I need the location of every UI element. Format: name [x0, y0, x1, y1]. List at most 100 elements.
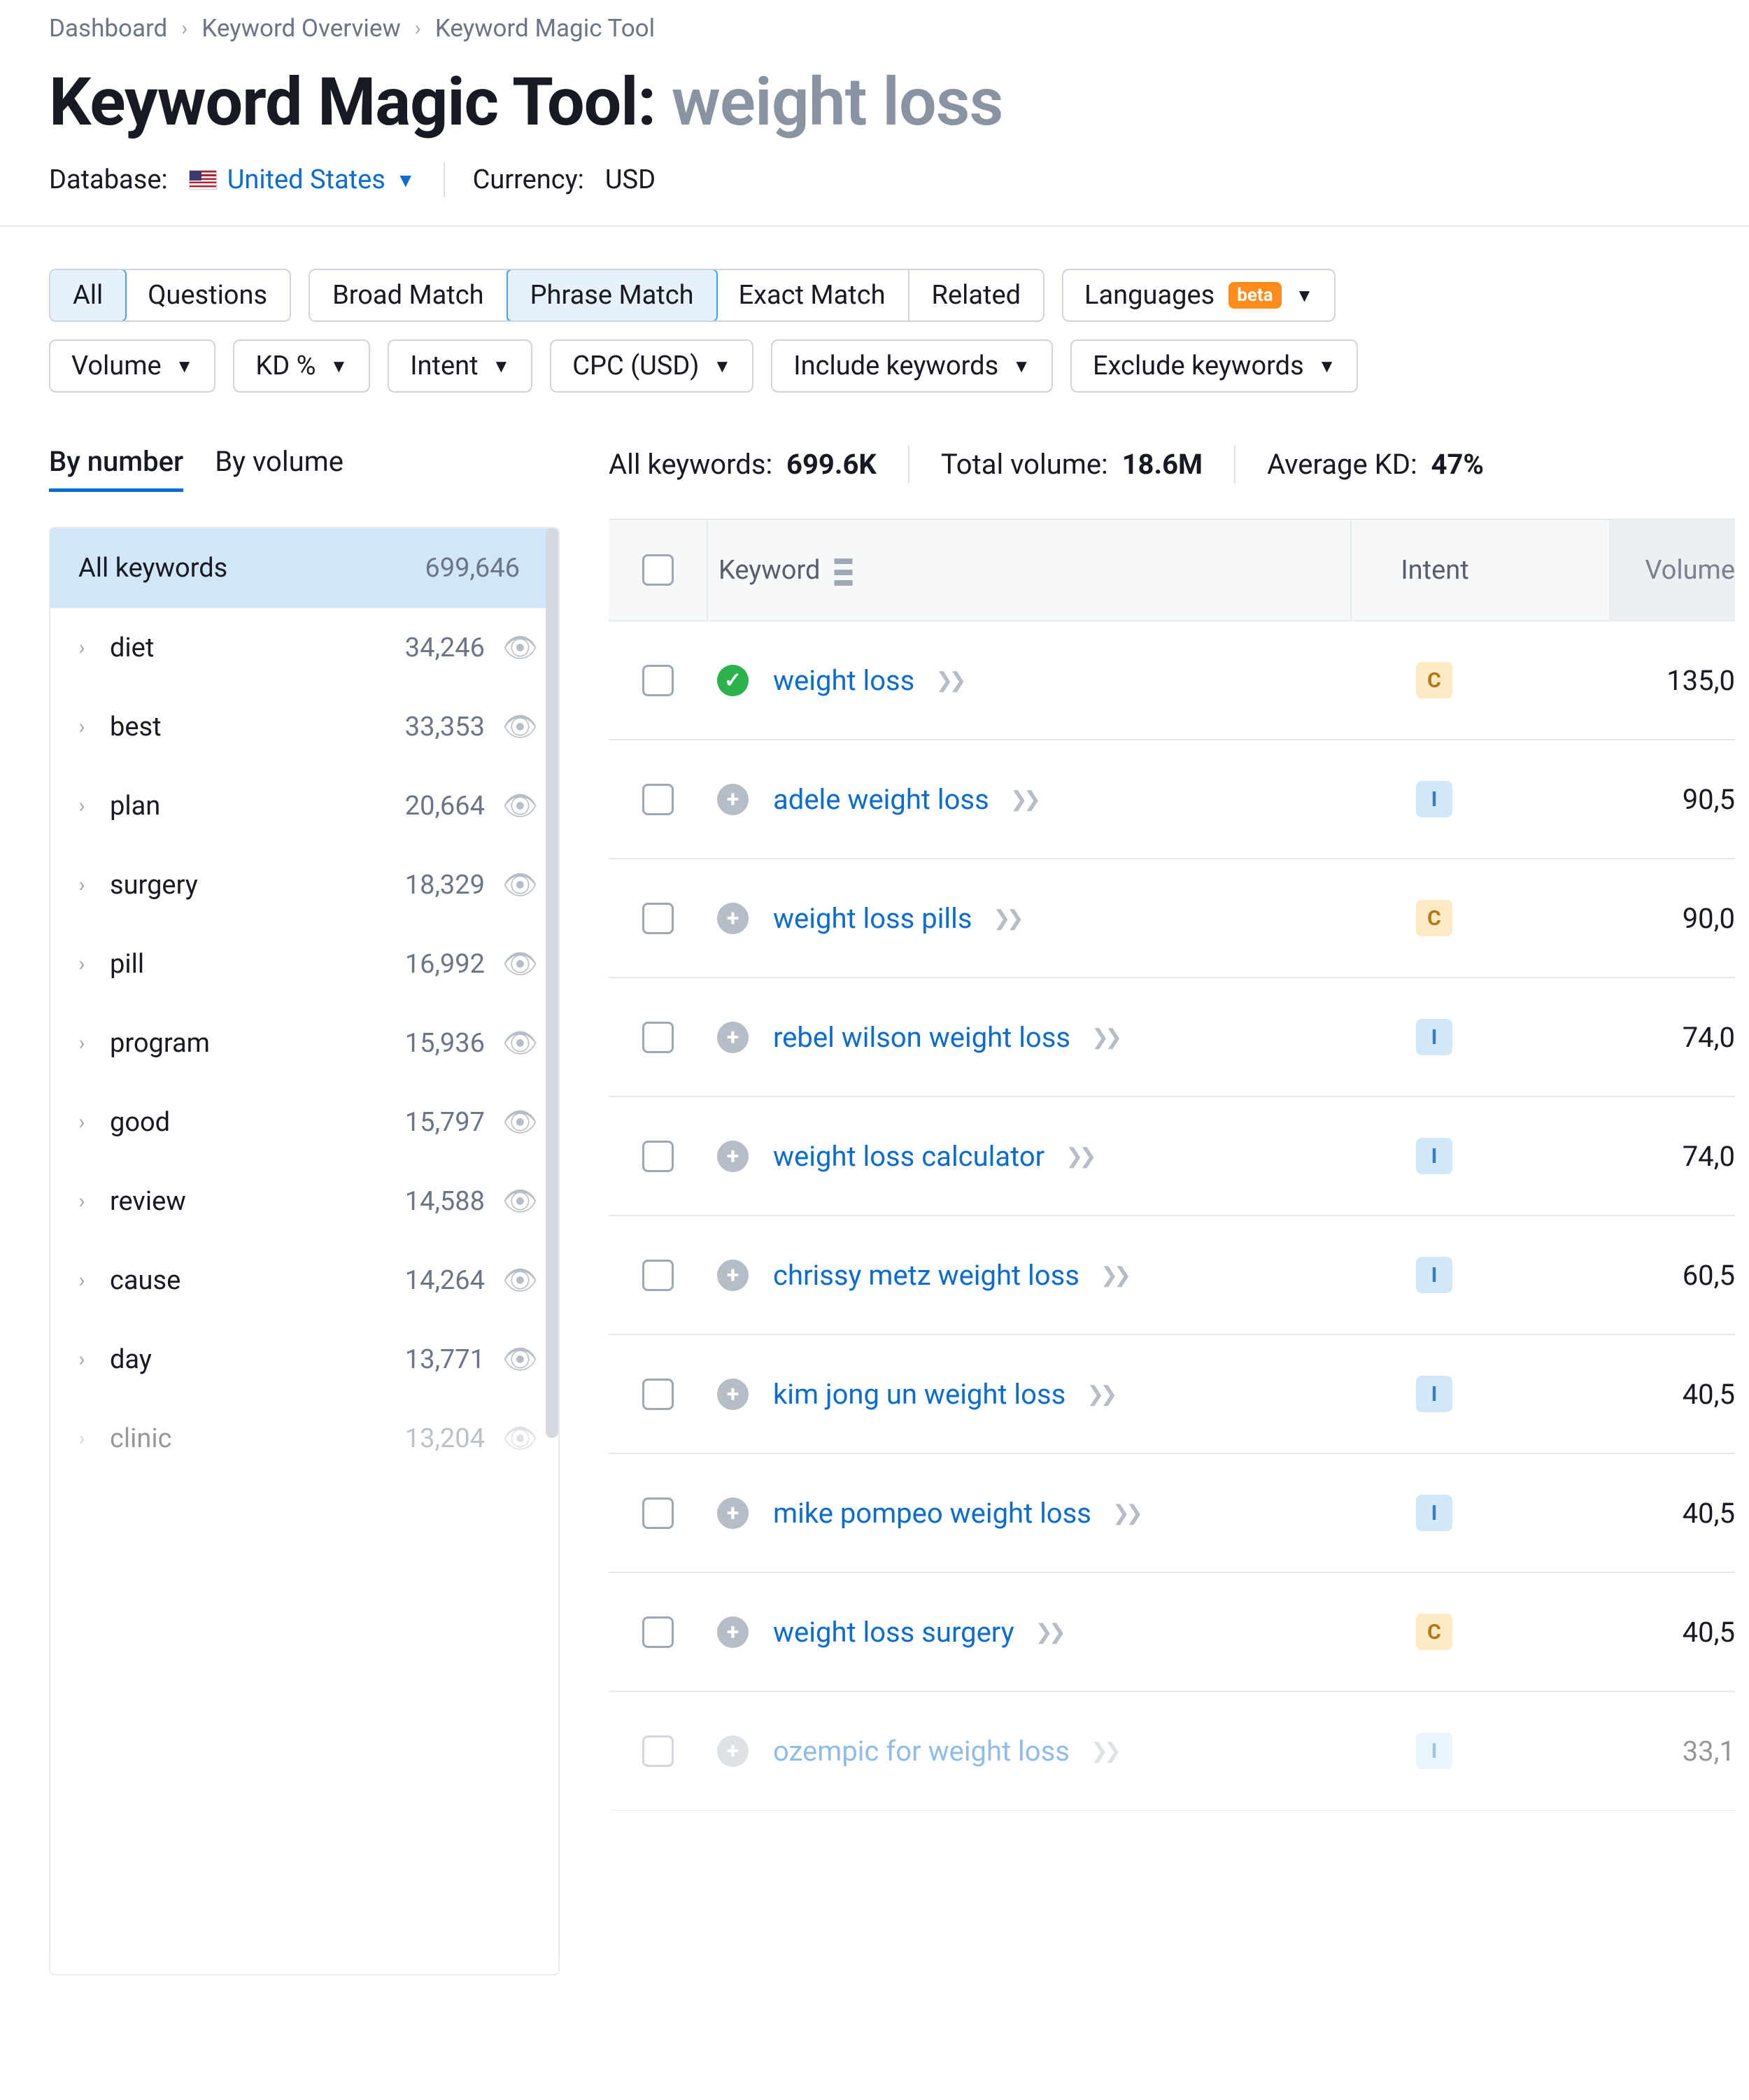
database-country: United States: [227, 164, 385, 195]
eye-icon[interactable]: 👁: [502, 868, 537, 901]
seg-btn-all[interactable]: All: [49, 269, 127, 322]
eye-icon[interactable]: 👁: [502, 631, 537, 664]
chevron-right-icon: ›: [71, 873, 92, 897]
expand-icon[interactable]: ❯❯: [1091, 1739, 1117, 1763]
expand-icon[interactable]: ❯❯: [935, 668, 962, 693]
row-checkbox[interactable]: [642, 1735, 674, 1767]
column-intent[interactable]: Intent: [1350, 520, 1518, 620]
select-all-checkbox[interactable]: [642, 554, 674, 586]
seg-btn-exact-match[interactable]: Exact Match: [716, 270, 909, 320]
table-row: +ozempic for weight loss❯❯I33,1: [609, 1692, 1735, 1811]
chevron-right-icon: ›: [71, 635, 92, 660]
plus-circle-icon[interactable]: +: [717, 1141, 749, 1172]
plus-circle-icon[interactable]: +: [717, 1616, 749, 1648]
sidebar-item-best[interactable]: ›best33,353👁: [50, 687, 558, 766]
expand-icon[interactable]: ❯❯: [993, 906, 1020, 931]
row-checkbox[interactable]: [642, 1379, 674, 1410]
table-row: +chrissy metz weight loss❯❯I60,5: [609, 1216, 1735, 1335]
expand-icon[interactable]: ❯❯: [1112, 1501, 1139, 1525]
row-checkbox[interactable]: [642, 1260, 674, 1291]
column-volume[interactable]: Volume: [1518, 520, 1735, 620]
row-checkbox[interactable]: [642, 784, 674, 815]
breadcrumb-item[interactable]: Keyword Magic Tool: [435, 14, 655, 43]
filter-intent[interactable]: Intent ▼: [388, 339, 532, 393]
chevron-down-icon: ▼: [1318, 355, 1336, 377]
expand-icon[interactable]: ❯❯: [1065, 1144, 1092, 1169]
plus-circle-icon[interactable]: +: [717, 1022, 749, 1053]
languages-dropdown[interactable]: Languages beta ▼: [1062, 269, 1336, 322]
sidebar-item-pill[interactable]: ›pill16,992👁: [50, 924, 558, 1003]
sidebar-item-cause[interactable]: ›cause14,264👁: [50, 1241, 558, 1320]
eye-icon[interactable]: 👁: [502, 1027, 537, 1059]
expand-icon[interactable]: ❯❯: [1100, 1263, 1127, 1288]
row-checkbox[interactable]: [642, 665, 674, 696]
filter-cpc-usd-[interactable]: CPC (USD) ▼: [550, 339, 753, 393]
expand-icon[interactable]: ❯❯: [1010, 787, 1037, 812]
filter-include-keywords[interactable]: Include keywords ▼: [771, 339, 1053, 393]
sidebar-item-diet[interactable]: ›diet34,246👁: [50, 608, 558, 687]
seg-btn-questions[interactable]: Questions: [125, 270, 290, 320]
currency-label: Currency:: [473, 164, 584, 195]
seg-btn-phrase-match[interactable]: Phrase Match: [507, 269, 718, 322]
eye-icon[interactable]: 👁: [502, 1185, 537, 1218]
sidebar-item-good[interactable]: ›good15,797👁: [50, 1083, 558, 1162]
sidebar-item-program[interactable]: ›program15,936👁: [50, 1003, 558, 1083]
database-selector[interactable]: United States ▼: [189, 164, 416, 195]
row-checkbox[interactable]: [642, 903, 674, 934]
seg-btn-related[interactable]: Related: [909, 270, 1044, 320]
sidebar-item-surgery[interactable]: ›surgery18,329👁: [50, 845, 558, 924]
breadcrumb-item[interactable]: Keyword Overview: [201, 14, 401, 43]
keyword-link[interactable]: mike pompeo weight loss: [773, 1497, 1091, 1530]
keyword-link[interactable]: rebel wilson weight loss: [773, 1021, 1070, 1054]
sidebar-item-plan[interactable]: ›plan20,664👁: [50, 766, 558, 845]
sidebar-item-day[interactable]: ›day13,771👁: [50, 1320, 558, 1399]
eye-icon[interactable]: 👁: [502, 1264, 537, 1297]
scrollbar[interactable]: [546, 528, 558, 1438]
row-checkbox[interactable]: [642, 1022, 674, 1053]
expand-icon[interactable]: ❯❯: [1091, 1025, 1118, 1050]
eye-icon[interactable]: 👁: [502, 1343, 537, 1376]
table-row: +rebel wilson weight loss❯❯I74,0: [609, 978, 1735, 1097]
left-header[interactable]: All keywords 699,646: [50, 528, 558, 608]
keyword-link[interactable]: weight loss surgery: [773, 1616, 1014, 1649]
keyword-link[interactable]: chrissy metz weight loss: [773, 1259, 1079, 1292]
check-circle-icon[interactable]: ✓: [717, 665, 749, 696]
plus-circle-icon[interactable]: +: [717, 784, 749, 815]
eye-icon[interactable]: 👁: [502, 1422, 537, 1455]
keyword-link[interactable]: adele weight loss: [773, 783, 989, 816]
eye-icon[interactable]: 👁: [502, 1106, 537, 1139]
column-keyword[interactable]: Keyword ▬▬▬: [707, 520, 1350, 620]
left-tab-by-number[interactable]: By number: [49, 445, 183, 492]
keyword-link[interactable]: kim jong un weight loss: [773, 1378, 1065, 1411]
sidebar-item-clinic[interactable]: ›clinic13,204👁: [50, 1399, 558, 1478]
sidebar-item-review[interactable]: ›review14,588👁: [50, 1162, 558, 1241]
plus-circle-icon[interactable]: +: [717, 1260, 749, 1291]
seg-btn-broad-match[interactable]: Broad Match: [310, 270, 507, 320]
beta-badge: beta: [1228, 282, 1281, 309]
keyword-link[interactable]: weight loss: [773, 664, 914, 697]
keyword-link[interactable]: weight loss calculator: [773, 1140, 1045, 1173]
filter-exclude-keywords[interactable]: Exclude keywords ▼: [1070, 339, 1358, 393]
eye-icon[interactable]: 👁: [502, 710, 537, 743]
keyword-link[interactable]: weight loss pills: [773, 902, 972, 935]
row-checkbox[interactable]: [642, 1498, 674, 1529]
intent-badge: I: [1416, 1019, 1452, 1055]
plus-circle-icon[interactable]: +: [717, 1498, 749, 1529]
plus-circle-icon[interactable]: +: [717, 1379, 749, 1410]
filter-volume[interactable]: Volume ▼: [49, 339, 215, 393]
keyword-link[interactable]: ozempic for weight loss: [773, 1735, 1070, 1768]
volume-value: 33,1: [1518, 1735, 1735, 1768]
plus-circle-icon[interactable]: +: [717, 903, 749, 934]
eye-icon[interactable]: 👁: [502, 789, 537, 822]
expand-icon[interactable]: ❯❯: [1086, 1382, 1113, 1407]
expand-icon[interactable]: ❯❯: [1035, 1620, 1062, 1644]
sidebar-term: diet: [110, 633, 362, 663]
row-checkbox[interactable]: [642, 1616, 674, 1648]
filter-kd-[interactable]: KD % ▼: [233, 339, 370, 393]
left-tab-by-volume[interactable]: By volume: [215, 445, 344, 492]
chevron-down-icon: ▼: [176, 355, 194, 377]
row-checkbox[interactable]: [642, 1141, 674, 1172]
eye-icon[interactable]: 👁: [502, 947, 537, 980]
breadcrumb-item[interactable]: Dashboard: [49, 14, 167, 43]
plus-circle-icon[interactable]: +: [717, 1735, 749, 1767]
